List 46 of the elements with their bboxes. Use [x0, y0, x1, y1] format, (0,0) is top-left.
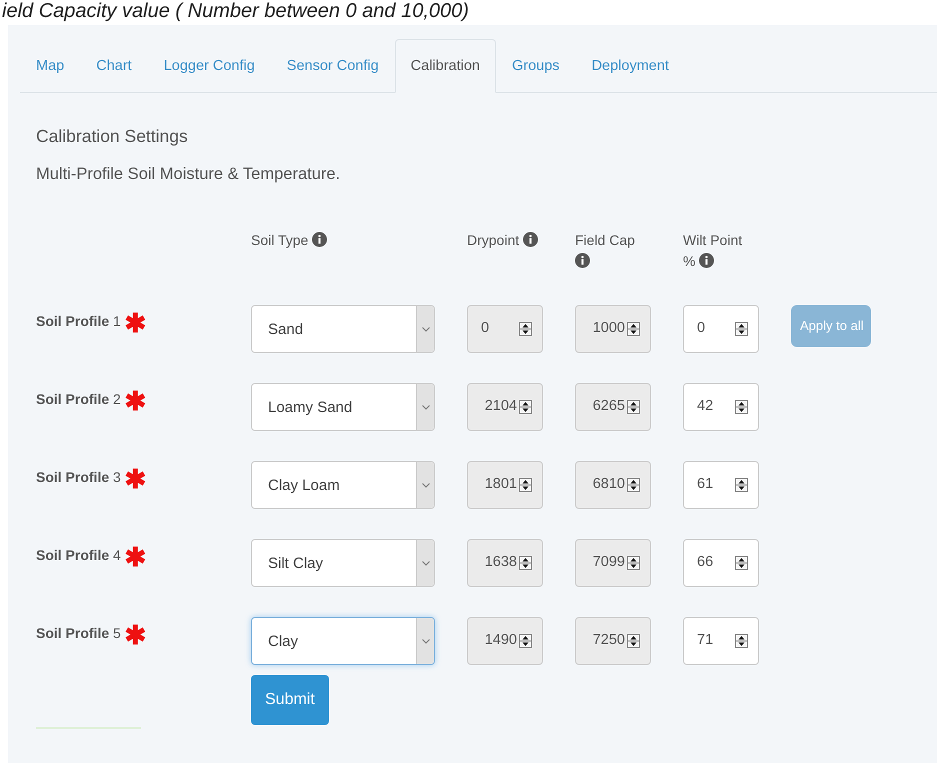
- tab[interactable]: Chart: [80, 38, 148, 94]
- field-capacity-hint: ield Capacity value ( Number between 0 and 10,000): [1, 0, 469, 22]
- required-asterisk: ✱: [124, 464, 147, 494]
- profile-label: Soil Profile 3: [36, 469, 121, 486]
- caret-icon: [422, 482, 430, 488]
- submit-button[interactable]: Submit: [251, 675, 329, 726]
- required-asterisk: ✱: [124, 308, 147, 338]
- number-field[interactable]: 0: [683, 305, 759, 354]
- column-header: Drypoint: [467, 232, 520, 248]
- tab[interactable]: Deployment: [576, 38, 685, 94]
- soil-type-select[interactable]: Loamy Sand: [251, 383, 435, 432]
- column-header: Soil Type: [251, 232, 308, 248]
- spinner-icon[interactable]: [735, 634, 748, 648]
- number-field[interactable]: 71: [683, 617, 759, 666]
- tab[interactable]: Sensor Config: [270, 38, 395, 94]
- caret-icon: [422, 404, 430, 410]
- section-title: Calibration Settings: [36, 125, 189, 148]
- number-field[interactable]: 42: [683, 383, 759, 432]
- tab[interactable]: Logger Config: [148, 38, 271, 94]
- unit-label: %: [683, 253, 696, 270]
- caret-icon: [422, 560, 430, 566]
- soil-type-select[interactable]: Clay Loam: [251, 461, 435, 510]
- required-asterisk: ✱: [124, 620, 147, 650]
- caret-icon: [422, 638, 430, 644]
- spinner-icon[interactable]: [735, 478, 748, 492]
- column-header: Wilt Point: [683, 232, 742, 248]
- spinner-icon[interactable]: [735, 322, 748, 336]
- required-asterisk: ✱: [124, 386, 147, 416]
- spinner-icon[interactable]: [735, 556, 748, 570]
- profile-label: Soil Profile 5: [36, 625, 121, 642]
- soil-type-select[interactable]: Clay: [251, 617, 435, 666]
- soil-type-select[interactable]: Sand: [251, 305, 435, 354]
- caret-icon: [422, 326, 430, 332]
- required-asterisk: ✱: [124, 542, 147, 572]
- soil-type-select[interactable]: Silt Clay: [251, 539, 435, 588]
- profile-label: Soil Profile 1: [36, 313, 121, 330]
- section-subtitle: Multi-Profile Soil Moisture & Temperature.: [36, 164, 342, 184]
- number-field[interactable]: 66: [683, 539, 759, 588]
- tab[interactable]: Groups: [496, 38, 576, 94]
- spinner-icon[interactable]: [735, 400, 748, 414]
- tab[interactable]: Calibration: [394, 38, 496, 94]
- profile-label: Soil Profile 2: [36, 391, 121, 408]
- tab[interactable]: Map: [20, 38, 80, 94]
- profile-label: Soil Profile 4: [36, 547, 121, 564]
- number-field[interactable]: 61: [683, 461, 759, 510]
- column-header: Field Cap: [575, 232, 635, 248]
